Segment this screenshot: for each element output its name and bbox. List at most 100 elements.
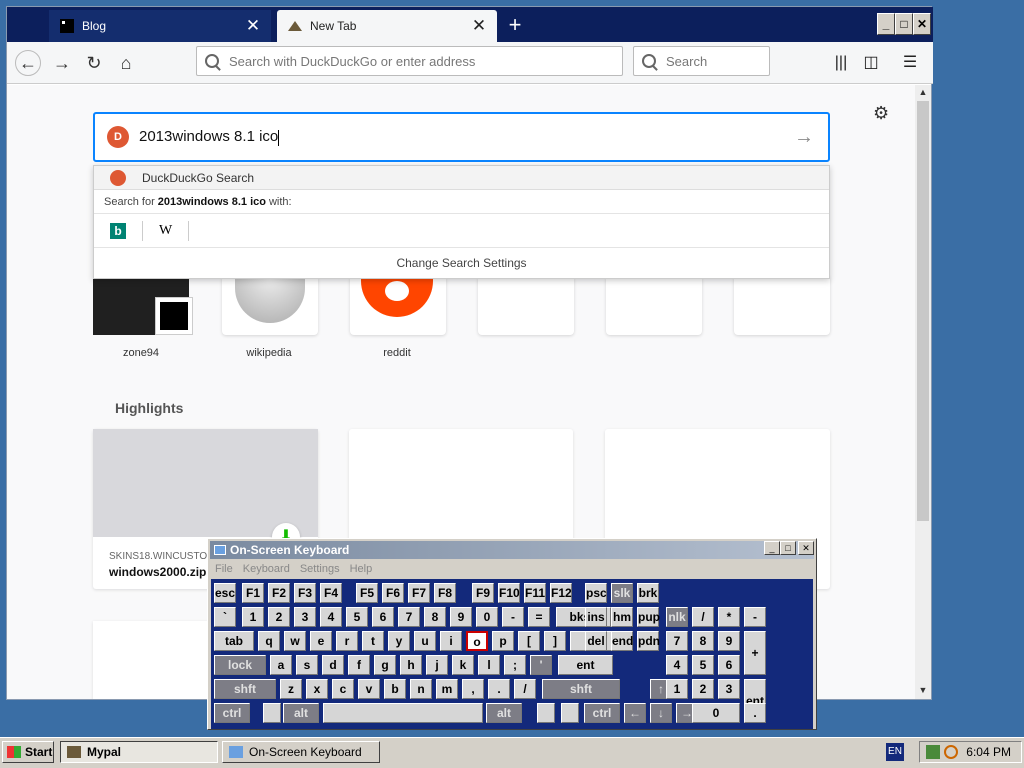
key-4[interactable]: 4 [666,655,688,675]
key-l[interactable]: l [478,655,500,675]
language-indicator[interactable]: EN [886,743,904,761]
key-f[interactable]: f [348,655,370,675]
top-site-label[interactable]: wikipedia [221,347,317,359]
key-s[interactable]: s [296,655,318,675]
key-q[interactable]: q [258,631,280,651]
maximize-button[interactable]: □ [895,13,913,35]
key-F2[interactable]: F2 [268,583,290,603]
key-F4[interactable]: F4 [320,583,342,603]
home-icon[interactable]: ⌂ [113,50,139,76]
menu-help[interactable]: Help [345,563,378,575]
key-symbol[interactable]: . [488,679,510,699]
key-alt[interactable]: alt [486,703,522,723]
key-8[interactable]: 8 [424,607,446,627]
key-h[interactable]: h [400,655,422,675]
key-e[interactable]: e [310,631,332,651]
key-g[interactable]: g [374,655,396,675]
start-button[interactable]: Start [2,741,54,763]
menu-file[interactable]: File [210,563,238,575]
key-shft[interactable]: shft [214,679,276,699]
key-6[interactable]: 6 [372,607,394,627]
key-nlk[interactable]: nlk [666,607,688,627]
url-bar[interactable]: Search with DuckDuckGo or enter address [196,46,623,76]
search-bar[interactable]: Search [633,46,770,76]
network-icon[interactable] [926,745,940,759]
change-search-settings-button[interactable]: Change Search Settings [94,248,829,278]
key-lock[interactable]: lock [214,655,266,675]
close-tab-icon[interactable]: ✕ [245,16,261,36]
key-symbol[interactable]: ← [624,703,646,723]
key-2[interactable]: 2 [268,607,290,627]
wikipedia-icon[interactable]: W [159,223,172,239]
key-symbol[interactable]: [ [518,631,540,651]
key-F12[interactable]: F12 [550,583,572,603]
key-j[interactable]: j [426,655,448,675]
key-F1[interactable]: F1 [242,583,264,603]
scroll-up-icon[interactable]: ▲ [916,85,930,99]
key-pdn[interactable]: pdn [637,631,660,651]
tab-new-tab[interactable]: New Tab ✕ [277,10,497,42]
key-c[interactable]: c [332,679,354,699]
key-F7[interactable]: F7 [408,583,430,603]
key-x[interactable]: x [306,679,328,699]
close-window-button[interactable]: ✕ [913,13,931,35]
key-a[interactable]: a [270,655,292,675]
menu-keyboard[interactable]: Keyboard [238,563,295,575]
engine-row[interactable]: DuckDuckGo Search [94,166,829,190]
key-symbol[interactable]: . [744,703,766,723]
taskbar-item-mypal[interactable]: Mypal [60,741,218,763]
key-symbol[interactable]: = [528,607,550,627]
go-arrow-icon[interactable]: → [794,126,814,149]
key-symbol[interactable]: ; [504,655,526,675]
key-slk[interactable]: slk [611,583,633,603]
key-p[interactable]: p [492,631,514,651]
key-2[interactable]: 2 [692,679,714,699]
key-r[interactable]: r [336,631,358,651]
key-k[interactable]: k [452,655,474,675]
key-symbol[interactable]: ` [214,607,236,627]
key-5[interactable]: 5 [346,607,368,627]
key-8[interactable]: 8 [692,631,714,651]
key-ctrl[interactable]: ctrl [584,703,620,723]
key-symbol[interactable]: ↓ [650,703,672,723]
key-t[interactable]: t [362,631,384,651]
top-site-label[interactable]: zone94 [93,347,189,359]
key-F5[interactable]: F5 [356,583,378,603]
key-symbol[interactable]: / [692,607,714,627]
osk-minimize-button[interactable]: _ [764,541,780,555]
space-bar[interactable] [323,703,483,723]
key-ctrl[interactable]: ctrl [214,703,250,723]
key-i[interactable]: i [440,631,462,651]
key-d[interactable]: d [322,655,344,675]
bing-icon[interactable]: b [110,222,126,239]
windows-key-icon[interactable] [263,703,281,723]
key-z[interactable]: z [280,679,302,699]
key-9[interactable]: 9 [450,607,472,627]
key-symbol[interactable]: - [502,607,524,627]
key-4[interactable]: 4 [320,607,342,627]
scroll-down-icon[interactable]: ▼ [916,683,930,697]
key-symbol[interactable]: , [462,679,484,699]
key-F8[interactable]: F8 [434,583,456,603]
new-tab-button[interactable]: + [501,14,529,38]
top-site-label[interactable]: reddit [349,347,445,359]
scroll-thumb[interactable] [917,101,929,521]
key-o[interactable]: o [466,631,488,651]
key-del[interactable]: del [585,631,607,651]
key-9[interactable]: 9 [718,631,740,651]
key-symbol[interactable]: - [744,607,766,627]
key-5[interactable]: 5 [692,655,714,675]
key-symbol[interactable]: / [514,679,536,699]
close-tab-icon[interactable]: ✕ [471,16,487,36]
key-F6[interactable]: F6 [382,583,404,603]
key-ent[interactable]: ent [558,655,613,675]
windows-key-icon[interactable] [537,703,555,723]
key-v[interactable]: v [358,679,380,699]
key-psc[interactable]: psc [585,583,607,603]
menu-settings[interactable]: Settings [295,563,345,575]
key-6[interactable]: 6 [718,655,740,675]
key-y[interactable]: y [388,631,410,651]
search-tray-icon[interactable] [944,745,958,759]
osk-title-bar[interactable]: On-Screen Keyboard [210,541,814,559]
key-esc[interactable]: esc [214,583,236,603]
